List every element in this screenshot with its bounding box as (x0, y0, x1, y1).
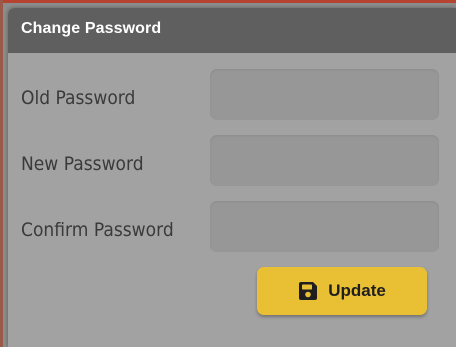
left-accent-bar (0, 0, 3, 347)
floppy-disk-save-icon (298, 281, 318, 301)
confirm-password-input[interactable] (210, 201, 439, 252)
old-password-label: Old Password (21, 87, 136, 109)
old-password-input[interactable] (210, 69, 439, 120)
change-password-dialog: Change Password Old Password New Passwor… (8, 8, 456, 347)
update-button-label: Update (328, 281, 386, 300)
update-button[interactable]: Update (257, 267, 427, 315)
confirm-password-label: Confirm Password (21, 219, 174, 241)
new-password-label: New Password (21, 153, 144, 175)
dialog-header: Change Password (8, 8, 456, 53)
top-accent-bar (0, 0, 456, 3)
new-password-input[interactable] (210, 135, 439, 186)
dialog-title: Change Password (21, 20, 162, 37)
